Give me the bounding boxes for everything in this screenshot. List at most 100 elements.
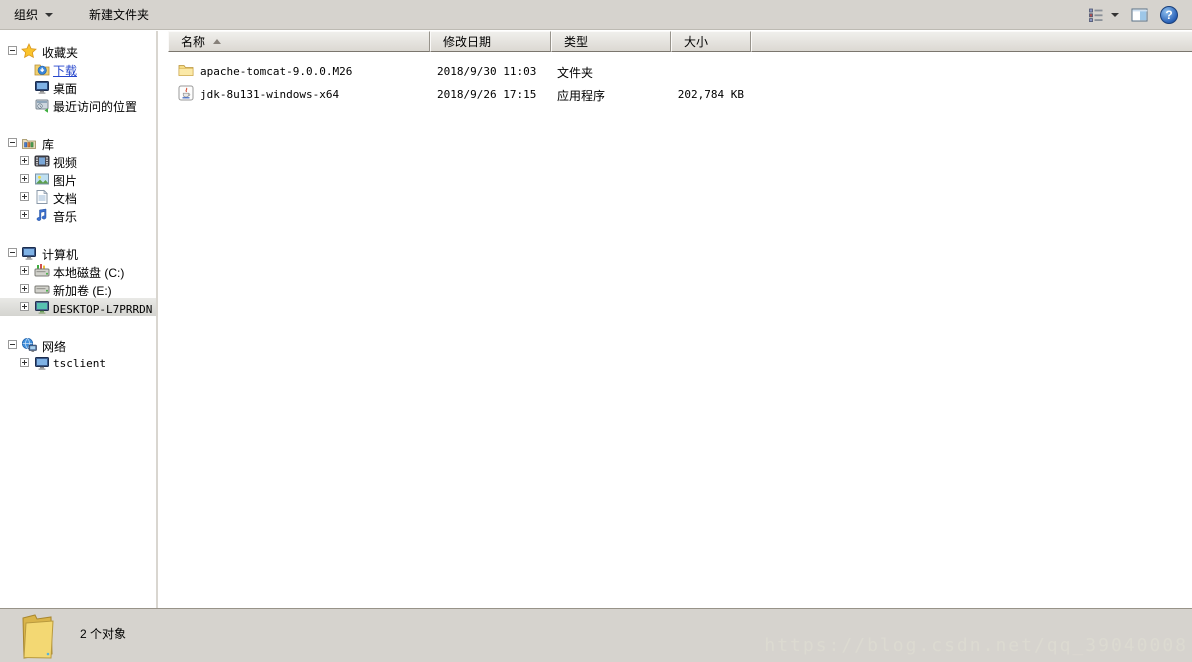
sidebar-item-label: 图片	[53, 174, 78, 188]
sort-ascending-icon	[213, 39, 222, 44]
column-header-label: 类型	[564, 35, 589, 49]
file-list-pane: 名称 修改日期 类型 大小 apache-tomcat-9.0.0.M26 20…	[160, 31, 1192, 608]
downloads-folder-icon	[34, 64, 50, 76]
explorer-window: { "toolbar": { "organize": "组织", "new_fo…	[0, 0, 1192, 662]
local-disk-icon	[34, 264, 50, 277]
sidebar-section-computer[interactable]: 计算机	[0, 244, 156, 262]
libraries-icon	[22, 139, 36, 149]
chevron-down-icon	[45, 12, 54, 17]
file-size: 202,784 KB	[677, 88, 744, 101]
videos-icon	[34, 155, 50, 167]
sidebar-item-new-volume-e[interactable]: 新加卷 (E:)	[0, 280, 156, 298]
navigation-tree: 收藏夹 下载 桌面 最近访问的位置 库 视频 图片 文档 音乐 计算机 本地磁盘…	[0, 31, 156, 372]
toolbar-right-group: ?	[1076, 5, 1192, 24]
collapse-icon[interactable]	[8, 248, 17, 257]
command-toolbar: 组织 新建文件夹 ?	[0, 0, 1192, 30]
sidebar-item-label: 视频	[53, 156, 78, 170]
change-view-button[interactable]	[1088, 7, 1119, 23]
column-header-label: 名称	[181, 35, 206, 49]
expand-icon[interactable]	[20, 156, 29, 165]
column-header-filler	[751, 31, 1192, 52]
help-button[interactable]: ?	[1160, 5, 1178, 24]
column-header-label: 大小	[684, 35, 709, 49]
file-row-jdk-installer[interactable]: jdk-8u131-windows-x64 2018/9/26 17:15 应用…	[168, 82, 1192, 105]
navigation-pane: 收藏夹 下载 桌面 最近访问的位置 库 视频 图片 文档 音乐 计算机 本地磁盘…	[0, 31, 158, 608]
sidebar-item-label: 下载	[53, 64, 78, 78]
folder-icon	[178, 65, 194, 76]
sidebar-item-label: 桌面	[53, 82, 78, 96]
preview-pane-button[interactable]	[1131, 7, 1148, 23]
new-folder-label: 新建文件夹	[89, 8, 150, 22]
sidebar-item-documents[interactable]: 文档	[0, 188, 156, 206]
documents-icon	[36, 189, 48, 204]
sidebar-section-libraries[interactable]: 库	[0, 134, 156, 152]
help-icon: ?	[1160, 5, 1178, 24]
desktop-icon	[35, 81, 49, 94]
sidebar-item-music[interactable]: 音乐	[0, 206, 156, 224]
remote-computer-icon	[35, 301, 49, 314]
sidebar-item-desktop-l7prrdn[interactable]: DESKTOP-L7PRRDN 上	[0, 298, 156, 316]
views-icon	[1089, 8, 1103, 22]
computer-icon	[22, 247, 36, 260]
sidebar-item-pictures[interactable]: 图片	[0, 170, 156, 188]
sidebar-item-label: 新加卷 (E:)	[53, 284, 112, 298]
file-date: 2018/9/30 11:03	[437, 65, 537, 78]
file-row-apache-tomcat[interactable]: apache-tomcat-9.0.0.M26 2018/9/30 11:03 …	[168, 59, 1192, 82]
column-header-date[interactable]: 修改日期	[430, 31, 551, 52]
new-folder-button[interactable]: 新建文件夹	[79, 3, 159, 27]
column-header-label: 修改日期	[443, 35, 492, 49]
recent-places-icon	[35, 99, 49, 113]
collapse-icon[interactable]	[8, 340, 17, 349]
organize-button[interactable]: 组织	[4, 3, 63, 27]
sidebar-item-videos[interactable]: 视频	[0, 152, 156, 170]
section-label: 库	[42, 138, 55, 152]
item-count: 2 个对象	[80, 627, 127, 641]
sidebar-item-desktop[interactable]: 桌面	[0, 78, 156, 96]
network-icon	[21, 337, 37, 352]
sidebar-item-label: 文档	[53, 192, 78, 206]
collapse-icon[interactable]	[8, 138, 17, 147]
sidebar-item-label: 本地磁盘 (C:)	[53, 266, 125, 280]
expand-icon[interactable]	[20, 174, 29, 183]
expand-icon[interactable]	[20, 192, 29, 201]
sidebar-item-recent-places[interactable]: 最近访问的位置	[0, 96, 156, 114]
file-name: apache-tomcat-9.0.0.M26	[200, 65, 353, 78]
expand-icon[interactable]	[20, 358, 29, 367]
open-folder-icon	[22, 614, 54, 659]
organize-label: 组织	[14, 8, 39, 22]
file-rows: apache-tomcat-9.0.0.M26 2018/9/30 11:03 …	[168, 59, 1192, 105]
network-computer-icon	[35, 357, 49, 370]
sidebar-item-downloads[interactable]: 下载	[0, 60, 156, 78]
file-type: 应用程序	[557, 89, 606, 103]
pictures-icon	[35, 173, 49, 185]
watermark-text: https://blog.csdn.net/qq_39040008	[764, 635, 1188, 656]
file-name: jdk-8u131-windows-x64	[200, 88, 340, 101]
java-installer-icon	[178, 85, 194, 101]
file-type: 文件夹	[557, 66, 594, 80]
column-header-type[interactable]: 类型	[551, 31, 671, 52]
column-header-name[interactable]: 名称	[168, 31, 430, 52]
volume-icon	[34, 285, 50, 294]
section-label: 计算机	[42, 248, 79, 262]
collapse-icon[interactable]	[8, 46, 17, 55]
expand-icon[interactable]	[20, 302, 29, 311]
expand-icon[interactable]	[20, 210, 29, 219]
expand-icon[interactable]	[20, 284, 29, 293]
sidebar-item-label: DESKTOP-L7PRRDN 上	[53, 303, 156, 316]
column-header-size[interactable]: 大小	[671, 31, 751, 52]
section-label: 网络	[42, 340, 67, 354]
sidebar-item-local-disk-c[interactable]: 本地磁盘 (C:)	[0, 262, 156, 280]
column-headers: 名称 修改日期 类型 大小	[168, 31, 1192, 52]
music-icon	[36, 208, 47, 221]
sidebar-section-favorites[interactable]: 收藏夹	[0, 42, 156, 60]
sidebar-item-label: 音乐	[53, 210, 78, 224]
sidebar-section-network[interactable]: 网络	[0, 336, 156, 354]
star-icon	[21, 43, 37, 59]
file-date: 2018/9/26 17:15	[437, 88, 537, 101]
sidebar-item-label: 最近访问的位置	[53, 100, 138, 114]
sidebar-item-label: tsclient	[53, 357, 106, 370]
chevron-down-icon	[1111, 12, 1119, 17]
sidebar-item-tsclient[interactable]: tsclient	[0, 354, 156, 372]
section-label: 收藏夹	[42, 46, 79, 60]
expand-icon[interactable]	[20, 266, 29, 275]
